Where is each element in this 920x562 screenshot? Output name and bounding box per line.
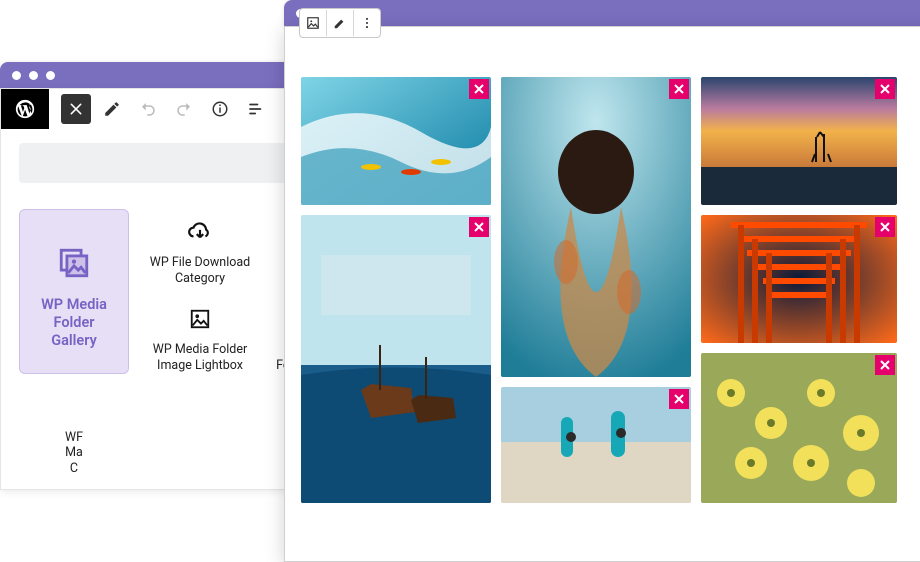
remove-image-button[interactable] — [875, 217, 895, 237]
block-label: WP Media Folder Image Lightbox — [153, 342, 247, 373]
edit-icon[interactable] — [327, 10, 354, 36]
gallery-item-flowers[interactable] — [701, 353, 897, 503]
wordpress-logo-icon[interactable] — [1, 89, 49, 129]
cloud-download-icon — [145, 209, 255, 255]
gallery-item-boats[interactable] — [301, 215, 491, 503]
block-wp-media-folder-image-lightbox[interactable]: WP Media Folder Image Lightbox — [145, 296, 255, 373]
remove-image-button[interactable] — [669, 79, 689, 99]
remove-image-button[interactable] — [875, 355, 895, 375]
close-inserter-button[interactable] — [61, 94, 91, 124]
list-view-icon[interactable] — [241, 94, 271, 124]
block-label: WP File Download Category — [150, 255, 250, 286]
gallery-block-icon[interactable] — [300, 10, 327, 36]
redo-icon[interactable] — [169, 94, 199, 124]
traffic-dot-icon — [29, 71, 38, 80]
gallery-item-surfers-beach[interactable] — [501, 387, 691, 503]
gallery-icon — [30, 240, 118, 286]
undo-icon[interactable] — [133, 94, 163, 124]
block-wp-media-folder-gallery[interactable]: WP Media Folder Gallery — [19, 209, 129, 374]
gallery-editor-window — [284, 26, 920, 562]
edit-tool-icon[interactable] — [97, 94, 127, 124]
remove-image-button[interactable] — [469, 217, 489, 237]
block-wp-file-download-category[interactable]: WP File Download Category — [145, 209, 255, 286]
image-icon — [145, 296, 255, 342]
block-partial[interactable]: WF Ma C — [19, 384, 129, 477]
gallery-item-sunset-beach[interactable] — [701, 77, 897, 205]
gallery-item-underwater-woman[interactable] — [501, 77, 691, 377]
traffic-dot-icon — [46, 71, 55, 80]
block-label: WP Media Folder Gallery — [41, 296, 107, 349]
gallery-item-surfing[interactable] — [301, 77, 491, 205]
remove-image-button[interactable] — [669, 389, 689, 409]
block-label: WF Ma C — [65, 430, 83, 476]
traffic-dot-icon — [12, 71, 21, 80]
info-icon[interactable] — [205, 94, 235, 124]
remove-image-button[interactable] — [875, 79, 895, 99]
gallery-item-torii-gates[interactable] — [701, 215, 897, 343]
remove-image-button[interactable] — [469, 79, 489, 99]
block-toolbar — [299, 8, 381, 38]
gallery-masonry — [301, 77, 920, 545]
kebab-menu-icon[interactable] — [354, 10, 380, 36]
